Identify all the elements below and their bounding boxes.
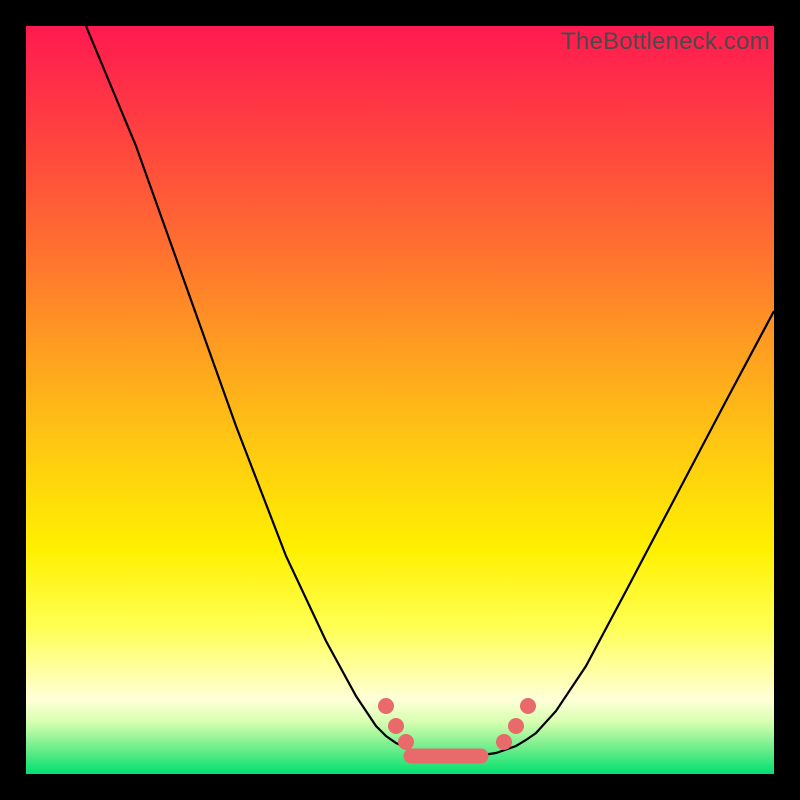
chart-frame: TheBottleneck.com <box>0 0 800 800</box>
marker-left-dot-1 <box>388 718 404 734</box>
watermark-text: TheBottleneck.com <box>561 28 770 56</box>
marker-left-dot-0 <box>378 698 394 714</box>
right-curve <box>456 311 774 757</box>
left-curve <box>86 26 456 757</box>
chart-svg <box>26 26 774 774</box>
marker-left-dot-2 <box>398 734 414 750</box>
marker-right-dot-1 <box>508 718 524 734</box>
plot-area <box>26 26 774 774</box>
marker-right-dot-0 <box>496 734 512 750</box>
marker-right-dot-2 <box>520 698 536 714</box>
